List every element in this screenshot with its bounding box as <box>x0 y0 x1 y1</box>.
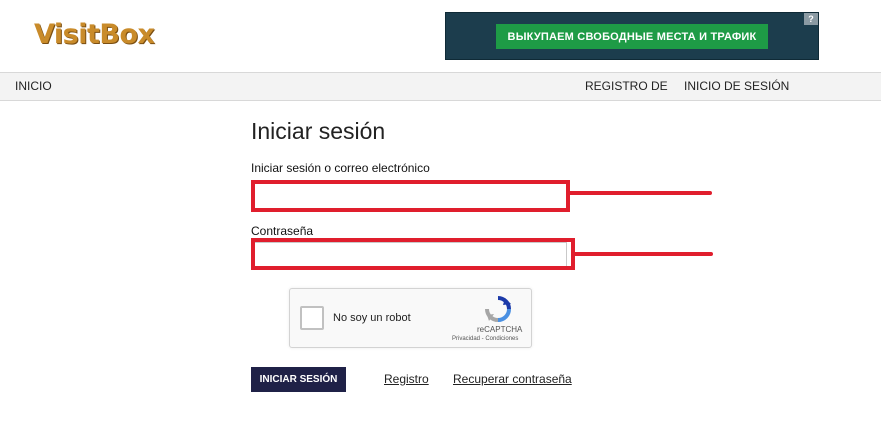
recover-password-link[interactable]: Recuperar contraseña <box>453 372 572 386</box>
password-input-highlight <box>251 238 575 270</box>
recaptcha-logo-icon <box>485 296 511 322</box>
recaptcha-label: No soy un robot <box>333 312 411 324</box>
recaptcha-widget: No soy un robot reCAPTCHA Privacidad - C… <box>289 288 532 348</box>
nav-home-link[interactable]: INICIO <box>15 79 52 93</box>
login-input-highlight <box>251 180 570 212</box>
page-title: Iniciar sesión <box>251 118 386 144</box>
login-field-label: Iniciar sesión o correo electrónico <box>251 161 430 175</box>
login-page: VisitBox ВЫКУПАЕМ СВОБОДНЫЕ МЕСТА И ТРАФ… <box>0 0 881 429</box>
recaptcha-privacy-links[interactable]: Privacidad - Condiciones <box>452 336 518 342</box>
login-highlight-line <box>568 191 712 195</box>
password-highlight-line <box>573 252 713 256</box>
recaptcha-brand: reCAPTCHA <box>477 325 523 334</box>
visitbox-logo[interactable]: VisitBox <box>34 19 155 50</box>
recaptcha-checkbox[interactable] <box>300 306 324 330</box>
nav-register-link[interactable]: REGISTRO DE <box>585 79 668 93</box>
password-field-label: Contraseña <box>251 224 314 238</box>
ad-help-icon[interactable]: ? <box>804 13 818 25</box>
register-link[interactable]: Registro <box>384 372 429 386</box>
ad-banner-button[interactable]: ВЫКУПАЕМ СВОБОДНЫЕ МЕСТА И ТРАФИК <box>496 24 768 49</box>
login-submit-button[interactable]: INICIAR SESIÓN <box>251 367 346 392</box>
ad-banner[interactable]: ВЫКУПАЕМ СВОБОДНЫЕ МЕСТА И ТРАФИК ? <box>445 12 819 60</box>
nav-login-link[interactable]: INICIO DE SESIÓN <box>684 79 789 93</box>
top-navbar: INICIO REGISTRO DE INICIO DE SESIÓN <box>0 72 881 101</box>
